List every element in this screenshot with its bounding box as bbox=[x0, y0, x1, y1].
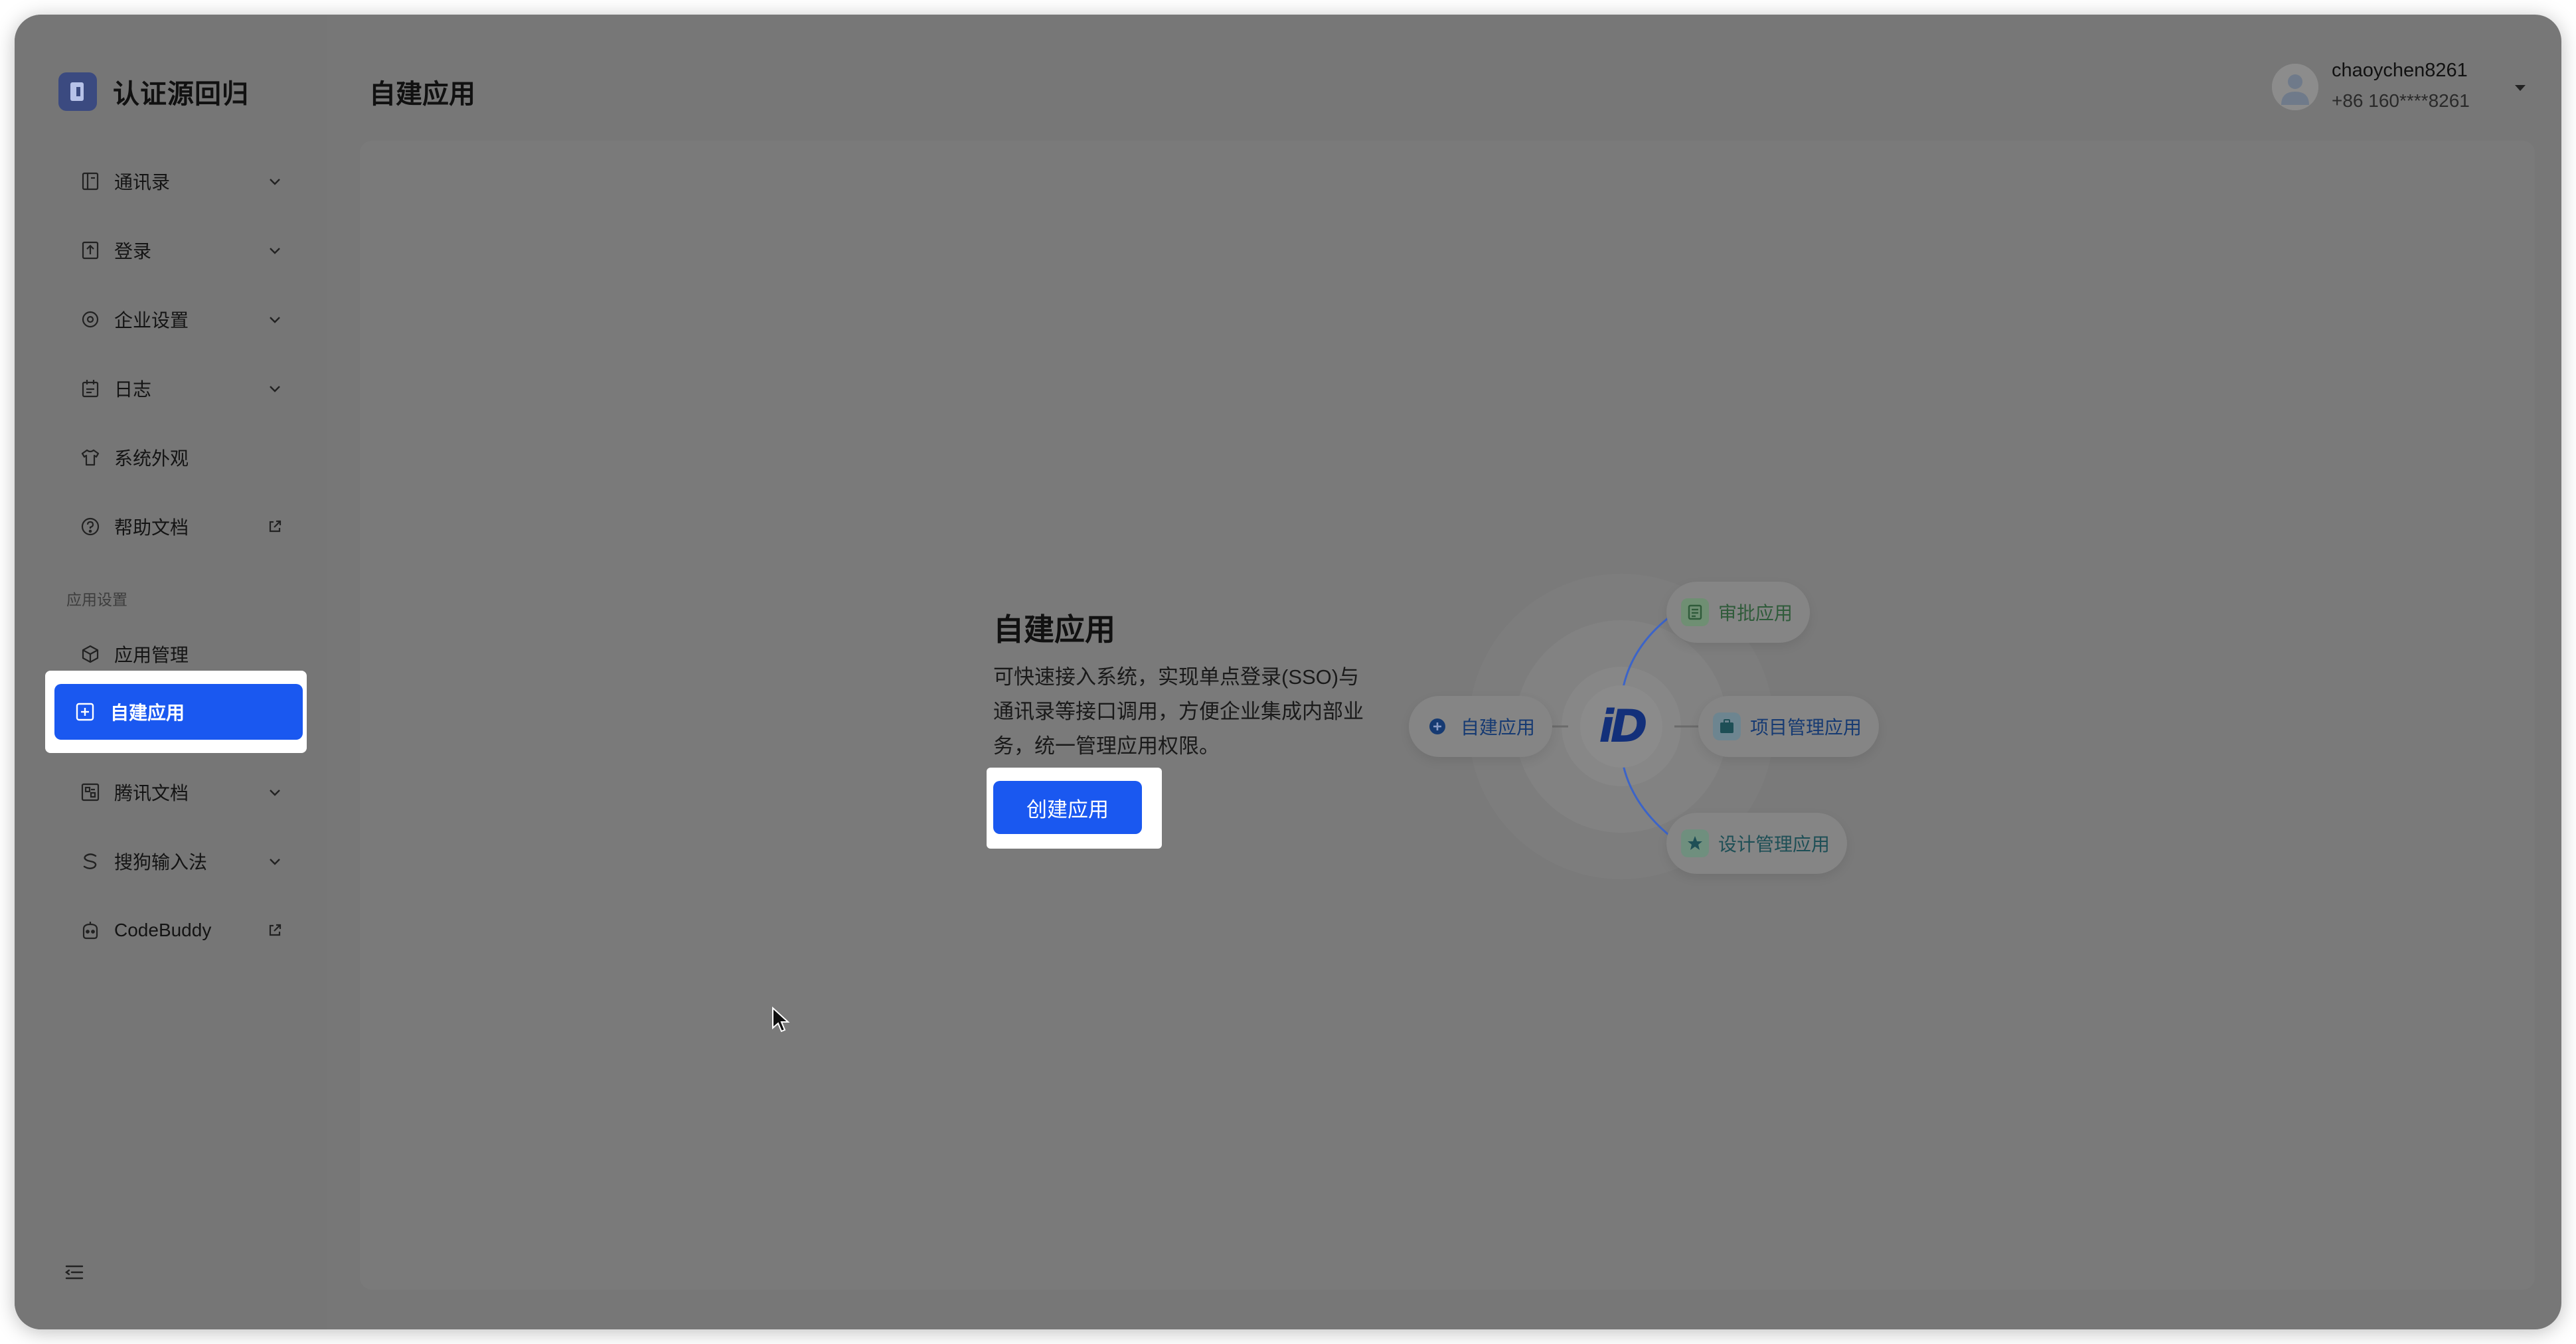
sidebar-item-login[interactable]: 登录 bbox=[45, 220, 307, 280]
docs-icon bbox=[80, 782, 101, 803]
sidebar-item-sogou-input[interactable]: 搜狗输入法 bbox=[45, 831, 307, 891]
chip-custom-app: 自建应用 bbox=[1409, 696, 1553, 757]
book-icon bbox=[80, 171, 101, 192]
section-label-app-settings: 应用设置 bbox=[66, 591, 127, 608]
center-logo: iD bbox=[1580, 685, 1662, 768]
chip-label: 自建应用 bbox=[1461, 717, 1536, 738]
chip-label: 设计管理应用 bbox=[1718, 834, 1830, 855]
sidebar-item-label: 企业设置 bbox=[114, 310, 189, 331]
chevron-down-icon bbox=[267, 242, 283, 258]
chevron-down-icon bbox=[267, 311, 283, 327]
sidebar: 认证源回归 通讯录 登录 企业设置 日志 系统外观 帮助文档 应用设置 应用管理… bbox=[15, 15, 327, 1329]
chevron-down-icon bbox=[267, 853, 283, 869]
sidebar-item-help-docs[interactable]: 帮助文档 bbox=[45, 497, 307, 556]
external-link-icon bbox=[267, 519, 283, 535]
chip-label: 项目管理应用 bbox=[1750, 717, 1862, 738]
avatar bbox=[2272, 64, 2318, 110]
chip-approval-app: 审批应用 bbox=[1666, 582, 1811, 643]
caret-down-icon bbox=[2512, 81, 2528, 94]
external-link-icon bbox=[267, 922, 283, 938]
sidebar-item-label: 自建应用 bbox=[110, 703, 185, 723]
sidebar-item-custom-apps[interactable]: 自建应用 bbox=[54, 684, 303, 740]
sidebar-item-label: 日志 bbox=[114, 379, 152, 400]
sidebar-item-label: 搜狗输入法 bbox=[114, 852, 208, 873]
sidebar-item-contacts[interactable]: 通讯录 bbox=[45, 151, 307, 211]
collapse-sidebar-icon[interactable] bbox=[62, 1260, 86, 1284]
empty-state-description: 可快速接入系统，实现单点登录(SSO)与通讯录等接口调用，方便企业集成内部业务，… bbox=[993, 665, 1364, 758]
sogou-icon bbox=[80, 851, 101, 872]
sidebar-item-label: 登录 bbox=[114, 241, 152, 262]
settings-icon bbox=[80, 309, 101, 330]
chip-design-app: 设计管理应用 bbox=[1666, 813, 1848, 874]
active-item-highlight: 自建应用 bbox=[45, 671, 307, 753]
create-app-highlight: 创建应用 bbox=[987, 768, 1162, 849]
chevron-down-icon bbox=[267, 784, 283, 800]
app-window: 认证源回归 通讯录 登录 企业设置 日志 系统外观 帮助文档 应用设置 应用管理… bbox=[15, 15, 2561, 1329]
approval-icon bbox=[1681, 598, 1709, 626]
id-logo-icon: iD bbox=[1599, 700, 1648, 753]
sidebar-item-label: 帮助文档 bbox=[114, 517, 189, 538]
brand: 认证源回归 bbox=[58, 61, 249, 122]
page-title: 自建应用 bbox=[369, 80, 475, 109]
sidebar-item-label: 应用管理 bbox=[114, 645, 189, 665]
plus-square-icon bbox=[74, 701, 96, 722]
briefcase-icon bbox=[1713, 713, 1741, 740]
calendar-icon bbox=[80, 378, 101, 399]
codebuddy-icon bbox=[80, 920, 101, 941]
login-icon bbox=[80, 240, 101, 261]
cube-icon bbox=[80, 643, 101, 665]
empty-state-title: 自建应用 bbox=[993, 612, 1115, 647]
sidebar-item-label: CodeBuddy bbox=[114, 920, 212, 940]
chip-label: 审批应用 bbox=[1718, 603, 1793, 624]
sidebar-item-appearance[interactable]: 系统外观 bbox=[45, 428, 307, 487]
sidebar-item-enterprise-settings[interactable]: 企业设置 bbox=[45, 290, 307, 349]
chevron-down-icon bbox=[267, 173, 283, 189]
user-name: chaoychen8261 bbox=[2332, 60, 2468, 81]
sidebar-item-label: 系统外观 bbox=[114, 448, 189, 469]
sidebar-item-label: 腾讯文档 bbox=[114, 783, 189, 803]
create-app-button[interactable]: 创建应用 bbox=[993, 781, 1142, 834]
shirt-icon bbox=[80, 447, 101, 468]
chip-project-app: 项目管理应用 bbox=[1698, 696, 1880, 757]
sidebar-item-label: 通讯录 bbox=[114, 172, 171, 193]
plus-circle-icon bbox=[1423, 713, 1451, 740]
star-icon bbox=[1681, 829, 1709, 857]
help-icon bbox=[80, 516, 101, 537]
brand-logo-icon bbox=[58, 72, 97, 111]
app-illustration: iD 审批应用 自建应用 项目管理应用 设计管理应用 bbox=[1396, 566, 1900, 898]
chevron-down-icon bbox=[267, 380, 283, 396]
sidebar-item-tencent-docs[interactable]: 腾讯文档 bbox=[45, 762, 307, 822]
user-phone: +86 160****8261 bbox=[2332, 90, 2470, 111]
sidebar-item-logs[interactable]: 日志 bbox=[45, 359, 307, 418]
brand-name: 认证源回归 bbox=[113, 80, 249, 109]
sidebar-item-codebuddy[interactable]: CodeBuddy bbox=[45, 900, 307, 960]
user-menu[interactable]: chaoychen8261 +86 160****8261 bbox=[2272, 45, 2537, 125]
mouse-cursor-icon bbox=[772, 1007, 790, 1033]
